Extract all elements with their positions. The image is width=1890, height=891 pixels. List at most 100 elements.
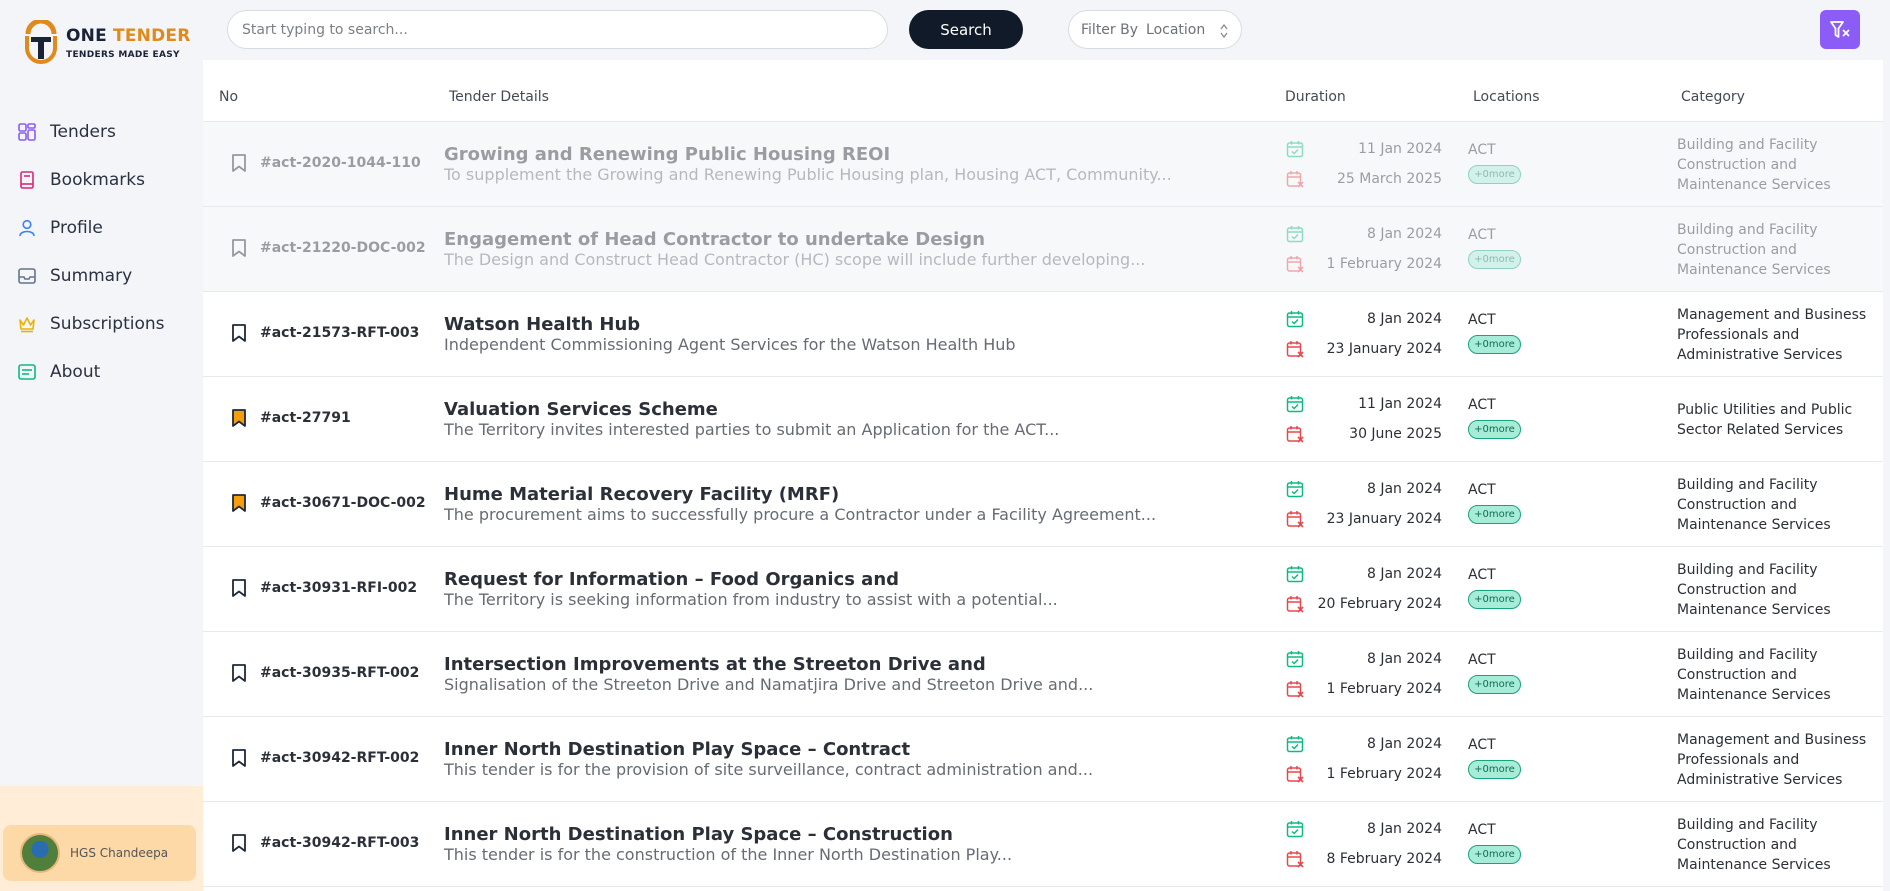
brand-logo[interactable]: ONE TENDER TENDERS MADE EASY [24,18,190,68]
more-locations-badge[interactable]: +0more [1468,675,1521,694]
bookmark-icon[interactable] [231,664,247,682]
sidebar-item-bookmarks[interactable]: Bookmarks [18,156,164,204]
calendar-end-icon [1286,851,1304,868]
tender-title[interactable]: Engagement of Head Contractor to underta… [444,229,985,250]
end-date: 23 January 2024 [1326,341,1442,357]
tender-title[interactable]: Watson Health Hub [444,314,640,335]
filter-clear-icon [1830,20,1850,38]
location-label: ACT [1468,142,1496,158]
more-locations-badge[interactable]: +0more [1468,590,1521,609]
tender-title[interactable]: Hume Material Recovery Facility (MRF) [444,484,839,505]
location-label: ACT [1468,482,1496,498]
header-no: No [219,89,239,105]
start-date: 8 Jan 2024 [1366,566,1442,582]
header-duration: Duration [1285,89,1346,105]
calendar-end-icon [1286,596,1304,613]
user-card[interactable]: HGS Chandeepa [3,825,196,881]
calendar-start-icon [1286,566,1304,583]
header-tender-details: Tender Details [449,89,549,105]
more-locations-badge[interactable]: +0more [1468,250,1521,269]
table-row[interactable]: #act-30935-RFT-002 Intersection Improvem… [203,632,1883,717]
tender-id: #act-30935-RFT-002 [260,665,420,681]
sidebar-item-subscriptions[interactable]: Subscriptions [18,300,164,348]
sidebar-item-tenders[interactable]: Tenders [18,108,164,156]
tender-title[interactable]: Valuation Services Scheme [444,399,718,420]
sidebar: ONE TENDER TENDERS MADE EASY Tenders Boo… [0,0,203,891]
start-date: 11 Jan 2024 [1358,396,1442,412]
logo-mark-icon [24,18,58,68]
sidebar-nav: Tenders Bookmarks Profile Summary Subscr… [18,108,164,396]
inbox-icon [18,268,36,284]
tender-title[interactable]: Intersection Improvements at the Streeto… [444,654,986,675]
end-date: 1 February 2024 [1326,256,1442,272]
tender-id: #act-30931-RFI-002 [260,580,418,596]
more-locations-badge[interactable]: +0more [1468,165,1521,184]
table-row[interactable]: #act-21220-DOC-002 Engagement of Head Co… [203,207,1883,292]
calendar-end-icon [1286,766,1304,783]
tender-title[interactable]: Inner North Destination Play Space – Con… [444,824,953,845]
category-label: Building and Facility Construction and M… [1677,817,1831,873]
info-box-icon [18,364,36,380]
bookmark-icon[interactable] [231,749,247,767]
category-label: Management and Business Professionals an… [1677,732,1867,788]
sidebar-item-label: About [50,362,101,382]
start-date: 8 Jan 2024 [1366,651,1442,667]
more-locations-badge[interactable]: +0more [1468,505,1521,524]
tender-id: #act-21220-DOC-002 [260,240,426,256]
bookmark-icon[interactable] [231,834,247,852]
more-locations-badge[interactable]: +0more [1468,760,1521,779]
filter-value: Location [1146,21,1206,38]
table-row[interactable]: #act-2020-1044-110 Growing and Renewing … [203,122,1883,207]
table-header: No Tender Details Duration Locations Cat… [203,60,1883,122]
tender-description: This tender is for the provision of site… [444,760,1094,779]
location-label: ACT [1468,822,1496,838]
bookmark-icon[interactable] [231,239,247,257]
tender-description: The Territory is seeking information fro… [444,590,1058,609]
end-date: 20 February 2024 [1317,596,1442,612]
table-body: #act-2020-1044-110 Growing and Renewing … [203,122,1883,887]
calendar-end-icon [1286,511,1304,528]
end-date: 25 March 2025 [1336,171,1442,187]
sidebar-item-profile[interactable]: Profile [18,204,164,252]
calendar-start-icon [1286,311,1304,328]
tender-title[interactable]: Growing and Renewing Public Housing REOI [444,144,890,165]
start-date: 8 Jan 2024 [1366,821,1442,837]
category-label: Building and Facility Construction and M… [1677,222,1831,278]
more-locations-badge[interactable]: +0more [1468,335,1521,354]
tender-description: To supplement the Growing and Renewing P… [444,165,1172,184]
search-input[interactable] [227,10,888,49]
sidebar-item-summary[interactable]: Summary [18,252,164,300]
table-row[interactable]: #act-30671-DOC-002 Hume Material Recover… [203,462,1883,547]
tender-title[interactable]: Inner North Destination Play Space – Con… [444,739,910,760]
start-date: 11 Jan 2024 [1358,141,1442,157]
bookmark-icon[interactable] [231,579,247,597]
more-locations-badge[interactable]: +0more [1468,845,1521,864]
bookmark-icon[interactable] [231,494,247,512]
search-button[interactable]: Search [909,10,1023,49]
end-date: 1 February 2024 [1326,766,1442,782]
table-row[interactable]: #act-30942-RFT-002 Inner North Destinati… [203,717,1883,802]
location-label: ACT [1468,397,1496,413]
table-row[interactable]: #act-30931-RFI-002 Request for Informati… [203,547,1883,632]
table-row[interactable]: #act-21573-RFT-003 Watson Health Hub Ind… [203,292,1883,377]
tender-description: The Territory invites interested parties… [444,420,1060,439]
bookmark-icon[interactable] [231,409,247,427]
filter-by-select[interactable]: Filter By Location [1068,10,1242,49]
calendar-end-icon [1286,256,1304,273]
calendar-start-icon [1286,396,1304,413]
sidebar-item-label: Profile [50,218,103,238]
tender-title[interactable]: Request for Information – Food Organics … [444,569,899,590]
table-row[interactable]: #act-30942-RFT-003 Inner North Destinati… [203,802,1883,887]
tender-id: #act-30671-DOC-002 [260,495,426,511]
tender-description: The procurement aims to successfully pro… [444,505,1157,524]
location-label: ACT [1468,227,1496,243]
calendar-start-icon [1286,651,1304,668]
bookmark-icon[interactable] [231,154,247,172]
more-locations-badge[interactable]: +0more [1468,420,1521,439]
table-row[interactable]: #act-27791 Valuation Services Scheme The… [203,377,1883,462]
bookmark-icon[interactable] [231,324,247,342]
sidebar-item-about[interactable]: About [18,348,164,396]
clear-filter-button[interactable] [1820,10,1860,49]
category-label: Building and Facility Construction and M… [1677,477,1831,533]
grid-icon [18,123,36,141]
